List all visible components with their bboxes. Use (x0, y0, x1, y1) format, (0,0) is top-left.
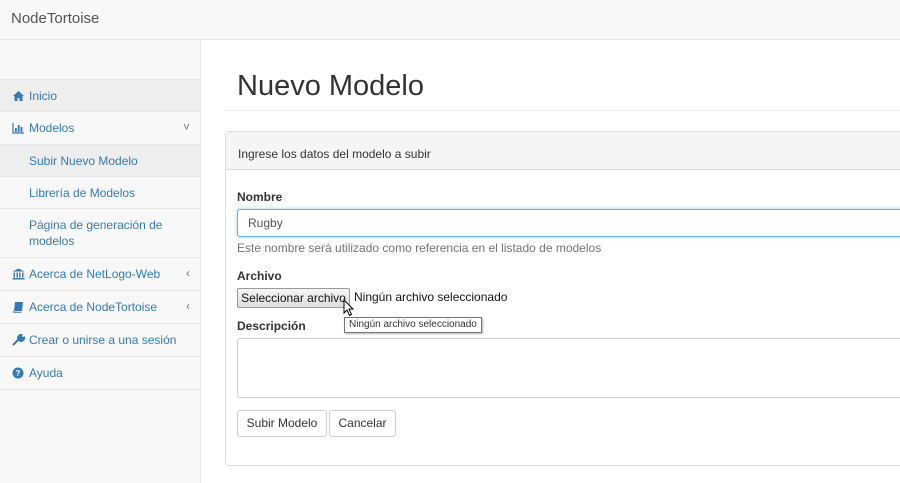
nombre-label: Nombre (237, 190, 283, 204)
chevron-left-icon: ‹ (186, 266, 190, 280)
sidebar-item-label: Ayuda (29, 366, 63, 380)
bar-chart-icon (12, 123, 24, 134)
nombre-input[interactable] (237, 209, 900, 237)
sidebar-item-inicio[interactable]: Inicio (0, 79, 200, 112)
sidebar-subitem-subir-nuevo-modelo[interactable]: Subir Nuevo Modelo (0, 145, 200, 177)
file-status-text: Ningún archivo seleccionado (354, 290, 508, 304)
sidebar-item-ayuda[interactable]: ? Ayuda (0, 357, 200, 390)
sidebar-subitem-label: Librería de Modelos (29, 186, 136, 200)
panel-heading-text: Ingrese los datos del modelo a subir (238, 147, 431, 161)
sidebar: Inicio Modelos ˅ Subir Nuevo Modelo Libr… (0, 40, 201, 483)
sidebar-item-acerca-netlogo-web[interactable]: Acerca de NetLogo-Web ‹ (0, 258, 200, 291)
descripcion-textarea[interactable] (237, 338, 900, 398)
sidebar-item-label: Acerca de NetLogo-Web (29, 267, 161, 281)
bank-icon (12, 268, 25, 280)
top-navbar: NodeTortoise (0, 0, 900, 40)
question-circle-icon: ? (12, 367, 24, 379)
panel-heading: Ingrese los datos del modelo a subir (226, 132, 900, 170)
select-file-button[interactable]: Seleccionar archivo (237, 288, 350, 308)
subir-modelo-button[interactable]: Subir Modelo (237, 410, 327, 437)
chevron-down-icon: ˅ (182, 120, 190, 134)
brand-logo-text[interactable]: NodeTortoise (11, 10, 99, 27)
mouse-cursor-icon (343, 299, 355, 317)
page-header: Nuevo Modelo (225, 40, 900, 111)
sidebar-item-crear-unirse-sesion[interactable]: Crear o unirse a una sesión (0, 324, 200, 357)
sidebar-subitem-pagina-generacion[interactable]: Página de generación de modelos (0, 209, 200, 258)
sidebar-nav: Inicio Modelos ˅ Subir Nuevo Modelo Libr… (0, 79, 200, 390)
sidebar-item-label: Modelos (29, 121, 75, 135)
sidebar-item-acerca-nodetortoise[interactable]: Acerca de NodeTortoise ‹ (0, 291, 200, 324)
svg-text:?: ? (16, 369, 21, 378)
wrench-icon (12, 334, 25, 346)
home-icon (13, 91, 24, 101)
sidebar-item-label: Crear o unirse a una sesión (29, 333, 177, 347)
sidebar-item-label: Inicio (29, 89, 58, 103)
sidebar-subitem-libreria-de-modelos[interactable]: Librería de Modelos (0, 177, 200, 209)
sidebar-subitem-label: Subir Nuevo Modelo (29, 154, 138, 168)
sidebar-subitem-label: Página de generación de modelos (29, 218, 163, 248)
nombre-help-text: Este nombre será utilizado como referenc… (237, 241, 602, 255)
file-tooltip: Ningún archivo seleccionado (344, 317, 482, 333)
descripcion-label: Descripción (237, 319, 306, 333)
book-icon (12, 302, 23, 313)
archivo-label: Archivo (237, 269, 282, 283)
cancel-button[interactable]: Cancelar (329, 410, 396, 437)
page-title: Nuevo Modelo (237, 70, 424, 102)
sidebar-item-modelos[interactable]: Modelos ˅ (0, 112, 200, 145)
chevron-left-icon: ‹ (186, 299, 190, 313)
sidebar-item-label: Acerca de NodeTortoise (29, 300, 158, 314)
